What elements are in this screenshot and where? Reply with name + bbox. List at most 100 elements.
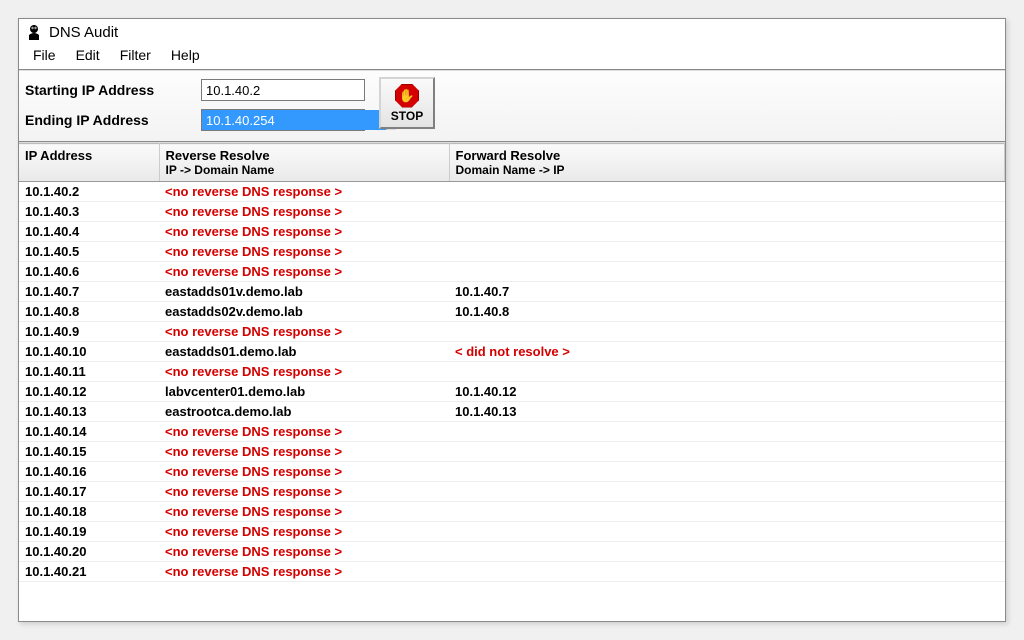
cell-ip: 10.1.40.15 bbox=[19, 442, 159, 462]
cell-forward bbox=[449, 222, 1005, 242]
table-row[interactable]: 10.1.40.12labvcenter01.demo.lab10.1.40.1… bbox=[19, 382, 1005, 402]
end-ip-label: Ending IP Address bbox=[25, 112, 195, 128]
cell-forward: 10.1.40.8 bbox=[449, 302, 1005, 322]
cell-forward bbox=[449, 182, 1005, 202]
cell-reverse: <no reverse DNS response > bbox=[159, 562, 449, 582]
cell-ip: 10.1.40.18 bbox=[19, 502, 159, 522]
cell-reverse: <no reverse DNS response > bbox=[159, 182, 449, 202]
cell-forward bbox=[449, 542, 1005, 562]
cell-ip: 10.1.40.14 bbox=[19, 422, 159, 442]
results-table-wrap[interactable]: IP Address Reverse Resolve IP -> Domain … bbox=[19, 143, 1005, 621]
window-title: DNS Audit bbox=[49, 24, 118, 41]
app-window: DNS Audit File Edit Filter Help Starting… bbox=[18, 18, 1006, 622]
table-row[interactable]: 10.1.40.6<no reverse DNS response > bbox=[19, 262, 1005, 282]
cell-reverse: <no reverse DNS response > bbox=[159, 462, 449, 482]
table-row[interactable]: 10.1.40.18<no reverse DNS response > bbox=[19, 502, 1005, 522]
toolbar: Starting IP Address ▼ Ending IP Address … bbox=[19, 71, 1005, 143]
table-row[interactable]: 10.1.40.16<no reverse DNS response > bbox=[19, 462, 1005, 482]
cell-forward bbox=[449, 262, 1005, 282]
cell-ip: 10.1.40.12 bbox=[19, 382, 159, 402]
end-ip-input[interactable] bbox=[202, 110, 386, 130]
results-table: IP Address Reverse Resolve IP -> Domain … bbox=[19, 143, 1005, 582]
cell-ip: 10.1.40.10 bbox=[19, 342, 159, 362]
cell-forward: < did not resolve > bbox=[449, 342, 1005, 362]
cell-reverse: <no reverse DNS response > bbox=[159, 202, 449, 222]
cell-reverse: <no reverse DNS response > bbox=[159, 482, 449, 502]
table-row[interactable]: 10.1.40.13eastrootca.demo.lab10.1.40.13 bbox=[19, 402, 1005, 422]
cell-reverse: eastadds01.demo.lab bbox=[159, 342, 449, 362]
table-row[interactable]: 10.1.40.19<no reverse DNS response > bbox=[19, 522, 1005, 542]
col-header-reverse[interactable]: Reverse Resolve IP -> Domain Name bbox=[159, 144, 449, 182]
cell-forward bbox=[449, 522, 1005, 542]
cell-reverse: <no reverse DNS response > bbox=[159, 442, 449, 462]
table-row[interactable]: 10.1.40.7eastadds01v.demo.lab10.1.40.7 bbox=[19, 282, 1005, 302]
start-ip-label: Starting IP Address bbox=[25, 82, 195, 98]
table-row[interactable]: 10.1.40.8eastadds02v.demo.lab10.1.40.8 bbox=[19, 302, 1005, 322]
table-row[interactable]: 10.1.40.3<no reverse DNS response > bbox=[19, 202, 1005, 222]
cell-ip: 10.1.40.13 bbox=[19, 402, 159, 422]
cell-reverse: <no reverse DNS response > bbox=[159, 322, 449, 342]
cell-forward bbox=[449, 202, 1005, 222]
cell-ip: 10.1.40.5 bbox=[19, 242, 159, 262]
start-ip-combo[interactable]: ▼ bbox=[201, 79, 365, 101]
table-row[interactable]: 10.1.40.4<no reverse DNS response > bbox=[19, 222, 1005, 242]
cell-ip: 10.1.40.11 bbox=[19, 362, 159, 382]
menu-file[interactable]: File bbox=[25, 45, 64, 65]
cell-forward bbox=[449, 322, 1005, 342]
cell-reverse: <no reverse DNS response > bbox=[159, 222, 449, 242]
col-header-forward[interactable]: Forward Resolve Domain Name -> IP bbox=[449, 144, 1005, 182]
cell-reverse: <no reverse DNS response > bbox=[159, 542, 449, 562]
cell-ip: 10.1.40.3 bbox=[19, 202, 159, 222]
menu-edit[interactable]: Edit bbox=[68, 45, 108, 65]
cell-reverse: labvcenter01.demo.lab bbox=[159, 382, 449, 402]
table-row[interactable]: 10.1.40.2<no reverse DNS response > bbox=[19, 182, 1005, 202]
table-row[interactable]: 10.1.40.15<no reverse DNS response > bbox=[19, 442, 1005, 462]
cell-reverse: <no reverse DNS response > bbox=[159, 422, 449, 442]
table-row[interactable]: 10.1.40.10eastadds01.demo.lab< did not r… bbox=[19, 342, 1005, 362]
cell-reverse: <no reverse DNS response > bbox=[159, 522, 449, 542]
table-row[interactable]: 10.1.40.20<no reverse DNS response > bbox=[19, 542, 1005, 562]
cell-ip: 10.1.40.6 bbox=[19, 262, 159, 282]
table-row[interactable]: 10.1.40.17<no reverse DNS response > bbox=[19, 482, 1005, 502]
cell-ip: 10.1.40.9 bbox=[19, 322, 159, 342]
cell-forward bbox=[449, 362, 1005, 382]
table-row[interactable]: 10.1.40.5<no reverse DNS response > bbox=[19, 242, 1005, 262]
menu-filter[interactable]: Filter bbox=[112, 45, 159, 65]
start-ip-input[interactable] bbox=[202, 80, 386, 100]
end-ip-combo[interactable]: ▼ bbox=[201, 109, 365, 131]
cell-ip: 10.1.40.20 bbox=[19, 542, 159, 562]
cell-reverse: <no reverse DNS response > bbox=[159, 262, 449, 282]
cell-forward bbox=[449, 562, 1005, 582]
stop-button-label: STOP bbox=[391, 109, 423, 123]
cell-reverse: <no reverse DNS response > bbox=[159, 362, 449, 382]
cell-forward bbox=[449, 502, 1005, 522]
cell-ip: 10.1.40.16 bbox=[19, 462, 159, 482]
cell-ip: 10.1.40.4 bbox=[19, 222, 159, 242]
table-row[interactable]: 10.1.40.11<no reverse DNS response > bbox=[19, 362, 1005, 382]
stop-icon: ✋ bbox=[395, 84, 419, 108]
titlebar: DNS Audit bbox=[19, 19, 1005, 43]
table-row[interactable]: 10.1.40.21<no reverse DNS response > bbox=[19, 562, 1005, 582]
menu-help[interactable]: Help bbox=[163, 45, 208, 65]
cell-ip: 10.1.40.8 bbox=[19, 302, 159, 322]
cell-forward: 10.1.40.13 bbox=[449, 402, 1005, 422]
cell-ip: 10.1.40.19 bbox=[19, 522, 159, 542]
cell-forward bbox=[449, 462, 1005, 482]
app-icon bbox=[25, 23, 43, 41]
cell-forward: 10.1.40.12 bbox=[449, 382, 1005, 402]
cell-ip: 10.1.40.17 bbox=[19, 482, 159, 502]
table-row[interactable]: 10.1.40.14<no reverse DNS response > bbox=[19, 422, 1005, 442]
cell-ip: 10.1.40.7 bbox=[19, 282, 159, 302]
table-row[interactable]: 10.1.40.9<no reverse DNS response > bbox=[19, 322, 1005, 342]
cell-forward: 10.1.40.7 bbox=[449, 282, 1005, 302]
cell-ip: 10.1.40.2 bbox=[19, 182, 159, 202]
cell-ip: 10.1.40.21 bbox=[19, 562, 159, 582]
cell-forward bbox=[449, 242, 1005, 262]
cell-reverse: eastrootca.demo.lab bbox=[159, 402, 449, 422]
cell-reverse: eastadds02v.demo.lab bbox=[159, 302, 449, 322]
col-header-ip[interactable]: IP Address bbox=[19, 144, 159, 182]
cell-reverse: eastadds01v.demo.lab bbox=[159, 282, 449, 302]
cell-forward bbox=[449, 422, 1005, 442]
stop-button[interactable]: ✋ STOP bbox=[379, 77, 435, 129]
cell-reverse: <no reverse DNS response > bbox=[159, 502, 449, 522]
